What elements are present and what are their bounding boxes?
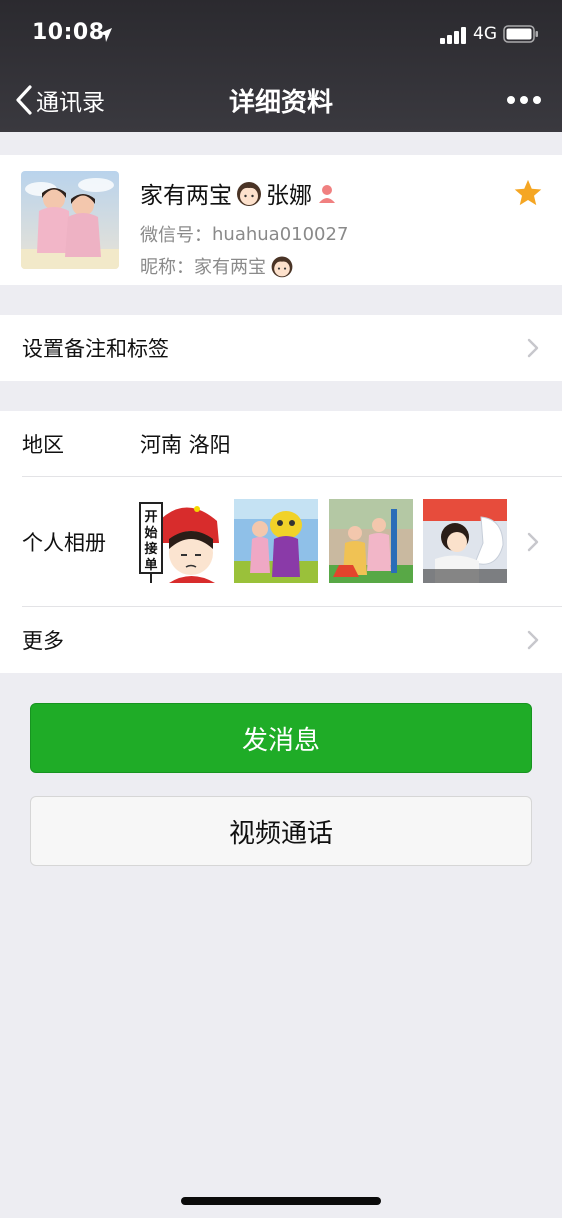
home-indicator[interactable] [181, 1197, 381, 1205]
remark-section: 设置备注和标签 [0, 315, 562, 381]
nickname-value: 家有两宝 [194, 257, 266, 278]
name-text: 家有两宝 [140, 183, 232, 209]
status-bar: 10:08 4G [0, 0, 562, 68]
album-photo [423, 499, 507, 583]
signal-icon [440, 26, 468, 44]
album-row[interactable]: 个人相册 开 始 接 单 [0, 477, 562, 607]
album-photo [234, 499, 318, 583]
info-section: 地区 河南 洛阳 个人相册 开 始 接 单 更多 [0, 411, 562, 673]
video-call-button[interactable]: 视频通话 [30, 796, 532, 866]
region-value: 河南 洛阳 [140, 433, 231, 457]
chevron-right-icon [527, 338, 539, 358]
battery-icon [503, 25, 538, 43]
wechat-id-label: 微信号： [140, 225, 212, 246]
star-icon[interactable] [513, 178, 543, 208]
girl-emoji-icon [237, 182, 261, 206]
location-arrow-icon [98, 28, 112, 42]
remark-row[interactable]: 设置备注和标签 [0, 315, 562, 381]
name-suffix-text: 张娜 [266, 183, 312, 209]
chevron-right-icon [527, 630, 539, 650]
send-message-button[interactable]: 发消息 [30, 703, 532, 773]
region-row: 地区 河南 洛阳 [0, 411, 562, 477]
nickname-label: 昵称： [140, 257, 194, 278]
wechat-id-value: huahua010027 [212, 223, 349, 245]
contact-name: 家有两宝 张娜 [140, 175, 339, 211]
nav-bar: 通讯录 详细资料 [0, 68, 562, 132]
album-photo: 开 始 接 单 [139, 499, 223, 583]
sticker-char: 单 [144, 557, 157, 573]
chevron-right-icon [527, 532, 539, 552]
avatar[interactable] [21, 171, 119, 269]
album-label: 个人相册 [22, 531, 106, 555]
status-time: 10:08 [32, 20, 105, 45]
sticker-char: 接 [144, 541, 157, 557]
more-label: 更多 [22, 629, 64, 653]
region-label: 地区 [22, 433, 64, 457]
profile-card: 家有两宝 张娜 微信号： huahua010027 昵称： 家有两宝 [0, 155, 562, 285]
network-label: 4G [473, 24, 497, 44]
page-title: 详细资料 [228, 88, 333, 118]
header: 10:08 4G 通讯录 详细资料 [0, 0, 562, 132]
wechat-id-row: 微信号： huahua010027 [140, 221, 348, 247]
sticker-char: 始 [144, 525, 157, 541]
sticker-char: 开 [144, 510, 157, 525]
more-row[interactable]: 更多 [0, 607, 562, 673]
album-photo [329, 499, 413, 583]
female-icon [319, 185, 335, 203]
remark-label: 设置备注和标签 [22, 337, 169, 361]
nickname-row: 昵称： 家有两宝 [140, 253, 295, 279]
more-icon[interactable] [506, 90, 542, 110]
girl-emoji-icon [271, 256, 293, 278]
